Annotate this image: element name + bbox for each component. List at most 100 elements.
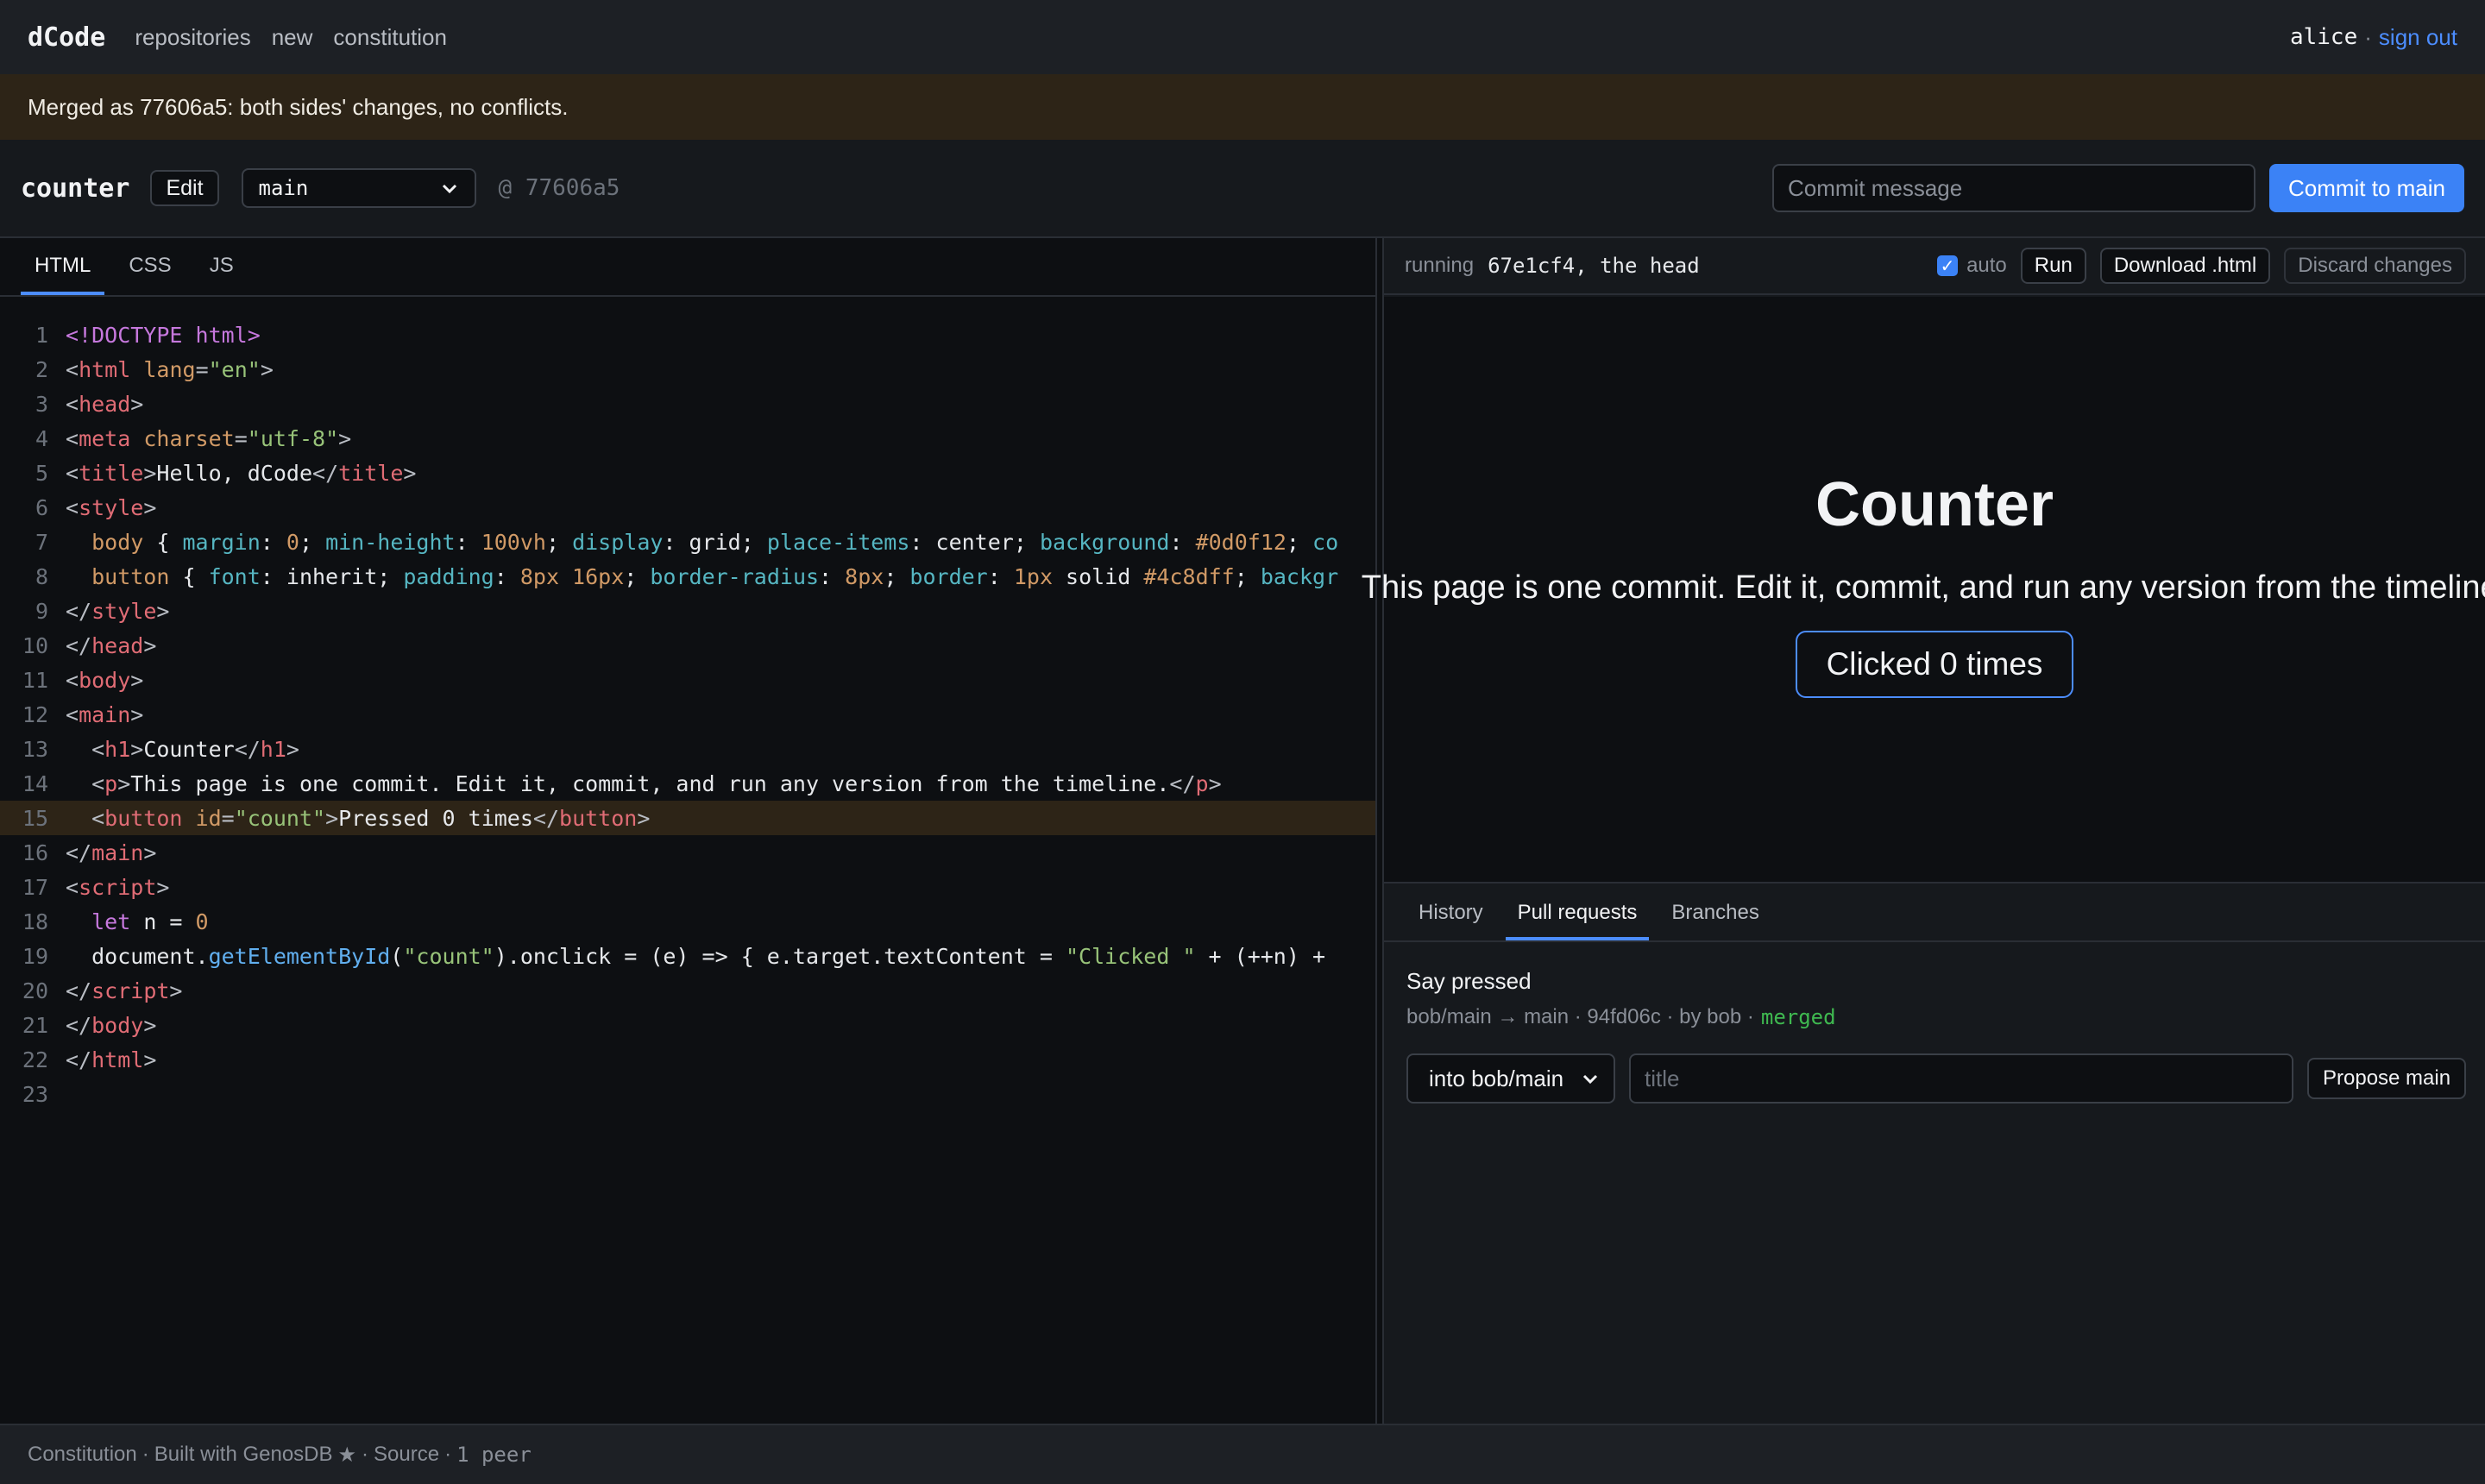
nav-link-new[interactable]: new [272, 24, 313, 51]
separator: · [2364, 23, 2372, 50]
line-number: 22 [22, 1047, 48, 1072]
code-line: 3 <head> [0, 387, 1375, 421]
code-line: 9 </style> [0, 594, 1375, 628]
code-line: 14 <p>This page is one commit. Edit it, … [0, 766, 1375, 801]
merge-banner: Merged as 77606a5: both sides' changes, … [0, 74, 2485, 140]
code-line: 4 <meta charset="utf-8"> [0, 421, 1375, 456]
line-number: 11 [22, 667, 48, 693]
line-number: 17 [22, 874, 48, 900]
code-editor-pane: HTML CSS JS 1 <!DOCTYPE html> 2 <html lang… [0, 238, 1375, 1424]
footer-constitution-link[interactable]: Constitution [28, 1443, 137, 1467]
code-line: 1 <!DOCTYPE html> [0, 318, 1375, 352]
code-line: 8 button { font: inherit; padding: 8px 1… [0, 559, 1375, 594]
repo-activity-panel: History Pull requests Branches Say press… [1384, 882, 2485, 1424]
edit-button[interactable]: Edit [150, 170, 219, 206]
running-label: running [1405, 254, 1475, 277]
current-commit-ref: @ 77606a5 [498, 175, 620, 201]
nav-link-constitution[interactable]: constitution [333, 24, 447, 51]
line-number: 23 [22, 1081, 48, 1107]
code-line: 6 <style> [0, 490, 1375, 525]
code-line: 11 <body> [0, 663, 1375, 697]
code-line: 12 <main> [0, 697, 1375, 732]
line-number: 19 [22, 943, 48, 969]
line-number: 6 [35, 494, 48, 520]
pr-title-placeholder: title [1645, 1065, 1680, 1091]
merge-banner-text: Merged as 77606a5: both sides' changes, … [28, 93, 569, 120]
code-line-highlighted: 15 <button id="count">Pressed 0 times</b… [0, 801, 1375, 835]
propose-button[interactable]: Propose main [2307, 1058, 2467, 1099]
auto-checkbox[interactable]: ✓ [1937, 255, 1959, 276]
auto-label: auto [1966, 254, 2007, 277]
tab-branches[interactable]: Branches [1659, 901, 1771, 940]
preview-heading: Counter [1815, 470, 2054, 539]
pull-request-title[interactable]: Say pressed [1406, 968, 2485, 995]
code-line: 16 </main> [0, 835, 1375, 870]
code-area[interactable]: 1 <!DOCTYPE html> 2 <html lang="en"> 3 <hea… [0, 297, 1375, 1111]
tab-html[interactable]: HTML [21, 254, 105, 295]
line-number: 20 [22, 978, 48, 1003]
code-line: 21 </body> [0, 1008, 1375, 1042]
peer-count: 1 peer [456, 1443, 532, 1467]
target-branch-select[interactable]: into bob/main [1406, 1053, 1615, 1104]
footer-built-with-link[interactable]: Built with GenosDB [154, 1443, 333, 1467]
commit-message-placeholder: Commit message [1787, 174, 1963, 201]
code-line: 10 </head> [0, 628, 1375, 663]
tab-pull-requests[interactable]: Pull requests [1505, 901, 1650, 940]
app-logo[interactable]: dCode [28, 22, 105, 53]
nav-link-repositories[interactable]: repositories [135, 24, 250, 51]
commit-message-input[interactable]: Commit message [1771, 164, 2255, 212]
line-number: 9 [35, 598, 48, 624]
code-line: 17 <script> [0, 870, 1375, 904]
download-button-label: Download .html [2113, 254, 2257, 277]
commit-button[interactable]: Commit to main [2268, 164, 2464, 212]
editor-tabs: HTML CSS JS [0, 238, 1375, 297]
code-line: 13 <h1>Counter</h1> [0, 732, 1375, 766]
tab-css[interactable]: CSS [115, 254, 185, 295]
propose-button-label: Propose main [2323, 1066, 2451, 1090]
chevron-down-icon [1582, 1074, 1598, 1085]
sign-out-link[interactable]: sign out [2379, 24, 2457, 51]
line-number: 13 [22, 736, 48, 762]
top-nav: dCode repositories new constitution alic… [0, 0, 2485, 74]
auto-run-toggle[interactable]: ✓ auto [1937, 254, 2007, 278]
merged-status-badge: merged [1760, 1005, 1836, 1029]
line-number: 8 [35, 563, 48, 589]
username: alice [2289, 24, 2358, 50]
line-number: 21 [22, 1012, 48, 1038]
discard-changes-button[interactable]: Discard changes [2284, 248, 2466, 284]
line-number: 7 [35, 529, 48, 555]
repo-name: counter [21, 173, 130, 204]
run-button[interactable]: Run [2020, 248, 2086, 284]
preview-counter-label: Clicked 0 times [1826, 646, 2043, 682]
pr-title-input[interactable]: title [1629, 1053, 2293, 1104]
pane-resize-handle[interactable] [1375, 238, 1384, 1424]
footer-separator: · [362, 1443, 369, 1466]
preview-paragraph: This page is one commit. Edit it, commit… [1361, 569, 2485, 606]
chevron-down-icon [442, 184, 456, 194]
line-number: 5 [35, 460, 48, 486]
running-ref: 67e1cf4, the head [1488, 254, 1700, 278]
run-bar: running 67e1cf4, the head ✓ auto Run Dow… [1384, 238, 2485, 295]
tab-js[interactable]: JS [196, 254, 248, 295]
code-line: 23 [0, 1077, 1375, 1111]
line-number: 14 [22, 770, 48, 796]
edit-button-label: Edit [166, 175, 204, 200]
code-line: 5 <title>Hello, dCode</title> [0, 456, 1375, 490]
line-number: 10 [22, 632, 48, 658]
code-line: 2 <html lang="en"> [0, 352, 1375, 387]
download-html-button[interactable]: Download .html [2099, 248, 2271, 284]
line-number: 15 [22, 805, 48, 831]
run-button-label: Run [2034, 254, 2073, 277]
footer-source-link[interactable]: Source [374, 1443, 439, 1467]
preview-frame: Counter This page is one commit. Edit it… [1362, 297, 2485, 882]
pull-request-meta: bob/main → main · 94fd06c · by bob · mer… [1406, 1005, 2485, 1029]
pull-request-info: bob/main → main · 94fd06c · by bob · [1406, 1005, 1754, 1028]
preview-counter-button[interactable]: Clicked 0 times [1795, 631, 2074, 698]
line-number: 16 [22, 839, 48, 865]
target-branch-value: into bob/main [1429, 1065, 1564, 1091]
tab-history[interactable]: History [1406, 901, 1495, 940]
footer: Constitution · Built with GenosDB ★ · So… [0, 1424, 2485, 1484]
code-line: 7 body { margin: 0; min-height: 100vh; d… [0, 525, 1375, 559]
line-number: 4 [35, 425, 48, 451]
branch-select[interactable]: main [241, 168, 476, 208]
